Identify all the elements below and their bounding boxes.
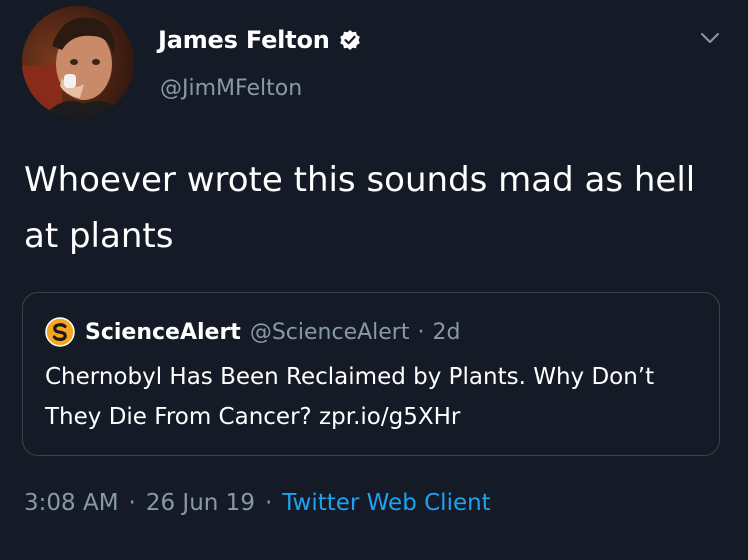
tweet-meta: 3:08 AM · 26 Jun 19 · Twitter Web Client [24, 490, 491, 516]
tweet-source-link[interactable]: Twitter Web Client [282, 490, 490, 516]
tweet-text: Whoever wrote this sounds mad as hell at… [24, 160, 696, 256]
meta-separator: · [128, 490, 136, 516]
author-handle[interactable]: @JimMFelton [160, 76, 302, 101]
meta-separator-2: · [264, 490, 273, 516]
quoted-author-handle[interactable]: @ScienceAlert [250, 320, 410, 345]
tweet-time[interactable]: 3:08 AM [24, 490, 119, 516]
quoted-tweet-header: ScienceAlert @ScienceAlert · 2d [45, 317, 460, 347]
chevron-down-icon[interactable] [698, 26, 722, 50]
tweet-date[interactable]: 26 Jun 19 [146, 490, 255, 516]
quoted-separator: · [417, 319, 425, 345]
quoted-tweet-text: Chernobyl Has Been Reclaimed by Plants. … [45, 364, 655, 430]
tweet-card: James Felton @JimMFelton Whoever wrote t… [0, 0, 748, 560]
author-display-name[interactable]: James Felton [158, 26, 330, 54]
quoted-tweet-card[interactable]: ScienceAlert @ScienceAlert · 2d Chernoby… [22, 292, 720, 456]
profile-photo-icon [22, 6, 134, 118]
sciencealert-logo-icon [45, 317, 75, 347]
verified-badge-icon [339, 29, 361, 51]
avatar[interactable] [22, 6, 134, 118]
quoted-author-name[interactable]: ScienceAlert [85, 320, 241, 345]
quoted-timestamp[interactable]: 2d [432, 320, 460, 345]
author-name-row[interactable]: James Felton [158, 24, 361, 56]
